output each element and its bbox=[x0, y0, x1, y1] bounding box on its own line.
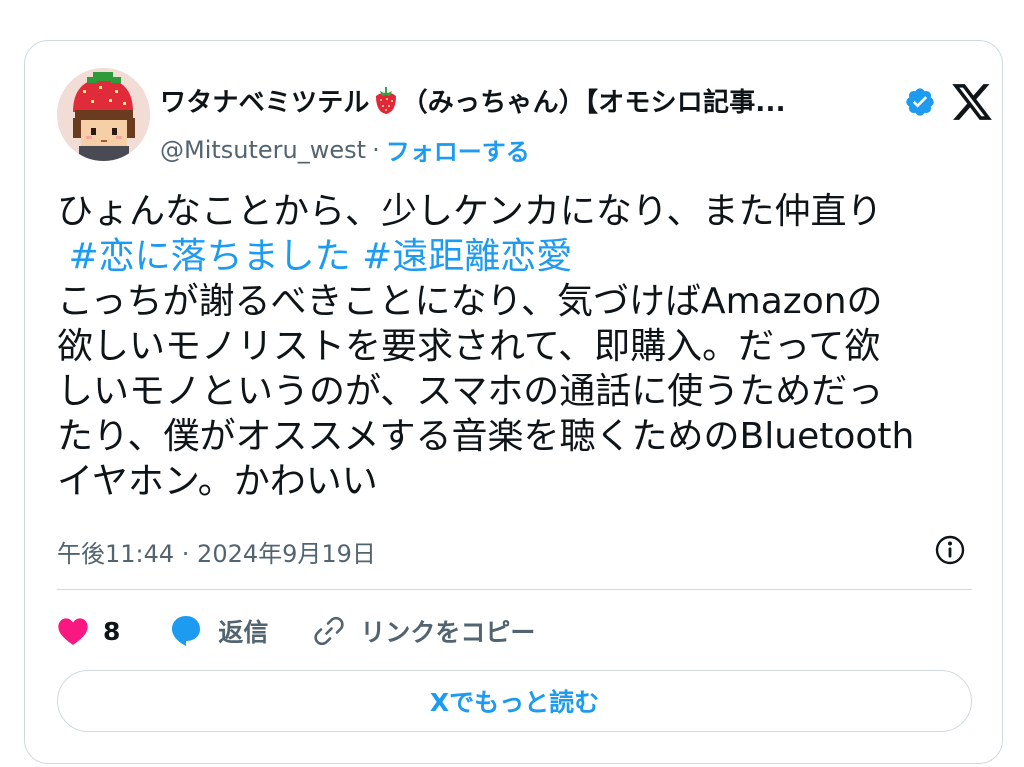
author-handle-row: @Mitsuteru_west · フォローする bbox=[160, 132, 530, 167]
hashtag-link-2[interactable]: #遠距離恋愛 bbox=[362, 236, 572, 277]
read-more-on-x-button[interactable]: Xでもっと読む bbox=[57, 670, 972, 732]
copy-link-button[interactable]: リンクをコピー bbox=[312, 613, 535, 649]
tweet-line-1: ひょんなことから、少しケンカになり、また仲直り bbox=[57, 191, 883, 232]
heart-icon bbox=[57, 616, 89, 646]
action-bar: 8 返信 リンクをコピー bbox=[57, 611, 535, 651]
hashtag-link-1[interactable]: #恋に落ちました bbox=[68, 236, 350, 277]
tweet-header: ワタナベミツテル （みっちゃん）【オモシロ記事... @Mitsuteru_we… bbox=[57, 66, 992, 166]
tweet-line-3: こっちが謝るべきことになり、気づけばAmazonの bbox=[57, 281, 883, 322]
tweet-text: ひょんなことから、少しケンカになり、また仲直り #恋に落ちました #遠距離恋愛 … bbox=[57, 189, 987, 504]
reply-label: 返信 bbox=[218, 618, 269, 647]
separator-dot: · bbox=[372, 135, 380, 164]
link-icon bbox=[312, 614, 346, 648]
tweet-line-4: 欲しいモノリストを要求されて、即購入。だって欲 bbox=[57, 326, 881, 367]
tweet-line-6: たり、僕がオススメする音楽を聴くためのBluetooth bbox=[57, 416, 915, 457]
tweet-line-5: しいモノというのが、スマホの通話に使うためだっ bbox=[57, 371, 884, 412]
tweet-line-7: イヤホン。かわいい bbox=[57, 461, 378, 502]
embedded-tweet-card: ワタナベミツテル （みっちゃん）【オモシロ記事... @Mitsuteru_we… bbox=[24, 40, 1003, 764]
verified-badge-icon bbox=[904, 86, 936, 118]
follow-link[interactable]: フォローする bbox=[386, 132, 530, 167]
divider bbox=[57, 589, 972, 590]
copy-link-label: リンクをコピー bbox=[360, 618, 536, 647]
tweet-timestamp[interactable]: 午後11:44 · 2024年9月19日 bbox=[57, 534, 376, 569]
author-name-prefix[interactable]: ワタナベミツテル bbox=[160, 82, 370, 119]
author-name-row[interactable]: ワタナベミツテル （みっちゃん）【オモシロ記事... bbox=[160, 80, 786, 120]
reply-bubble-icon bbox=[168, 614, 204, 648]
avatar[interactable] bbox=[57, 68, 150, 161]
like-count: 8 bbox=[103, 616, 121, 646]
like-button[interactable]: 8 bbox=[57, 616, 120, 646]
read-more-label: Xでもっと読む bbox=[429, 688, 600, 717]
info-icon[interactable] bbox=[934, 534, 966, 566]
author-name-suffix[interactable]: （みっちゃん）【オモシロ記事... bbox=[402, 82, 786, 119]
strawberry-emoji-icon bbox=[371, 85, 401, 115]
author-handle[interactable]: @Mitsuteru_west bbox=[160, 136, 366, 164]
x-logo-icon[interactable] bbox=[950, 80, 994, 124]
reply-button[interactable]: 返信 bbox=[168, 613, 268, 649]
